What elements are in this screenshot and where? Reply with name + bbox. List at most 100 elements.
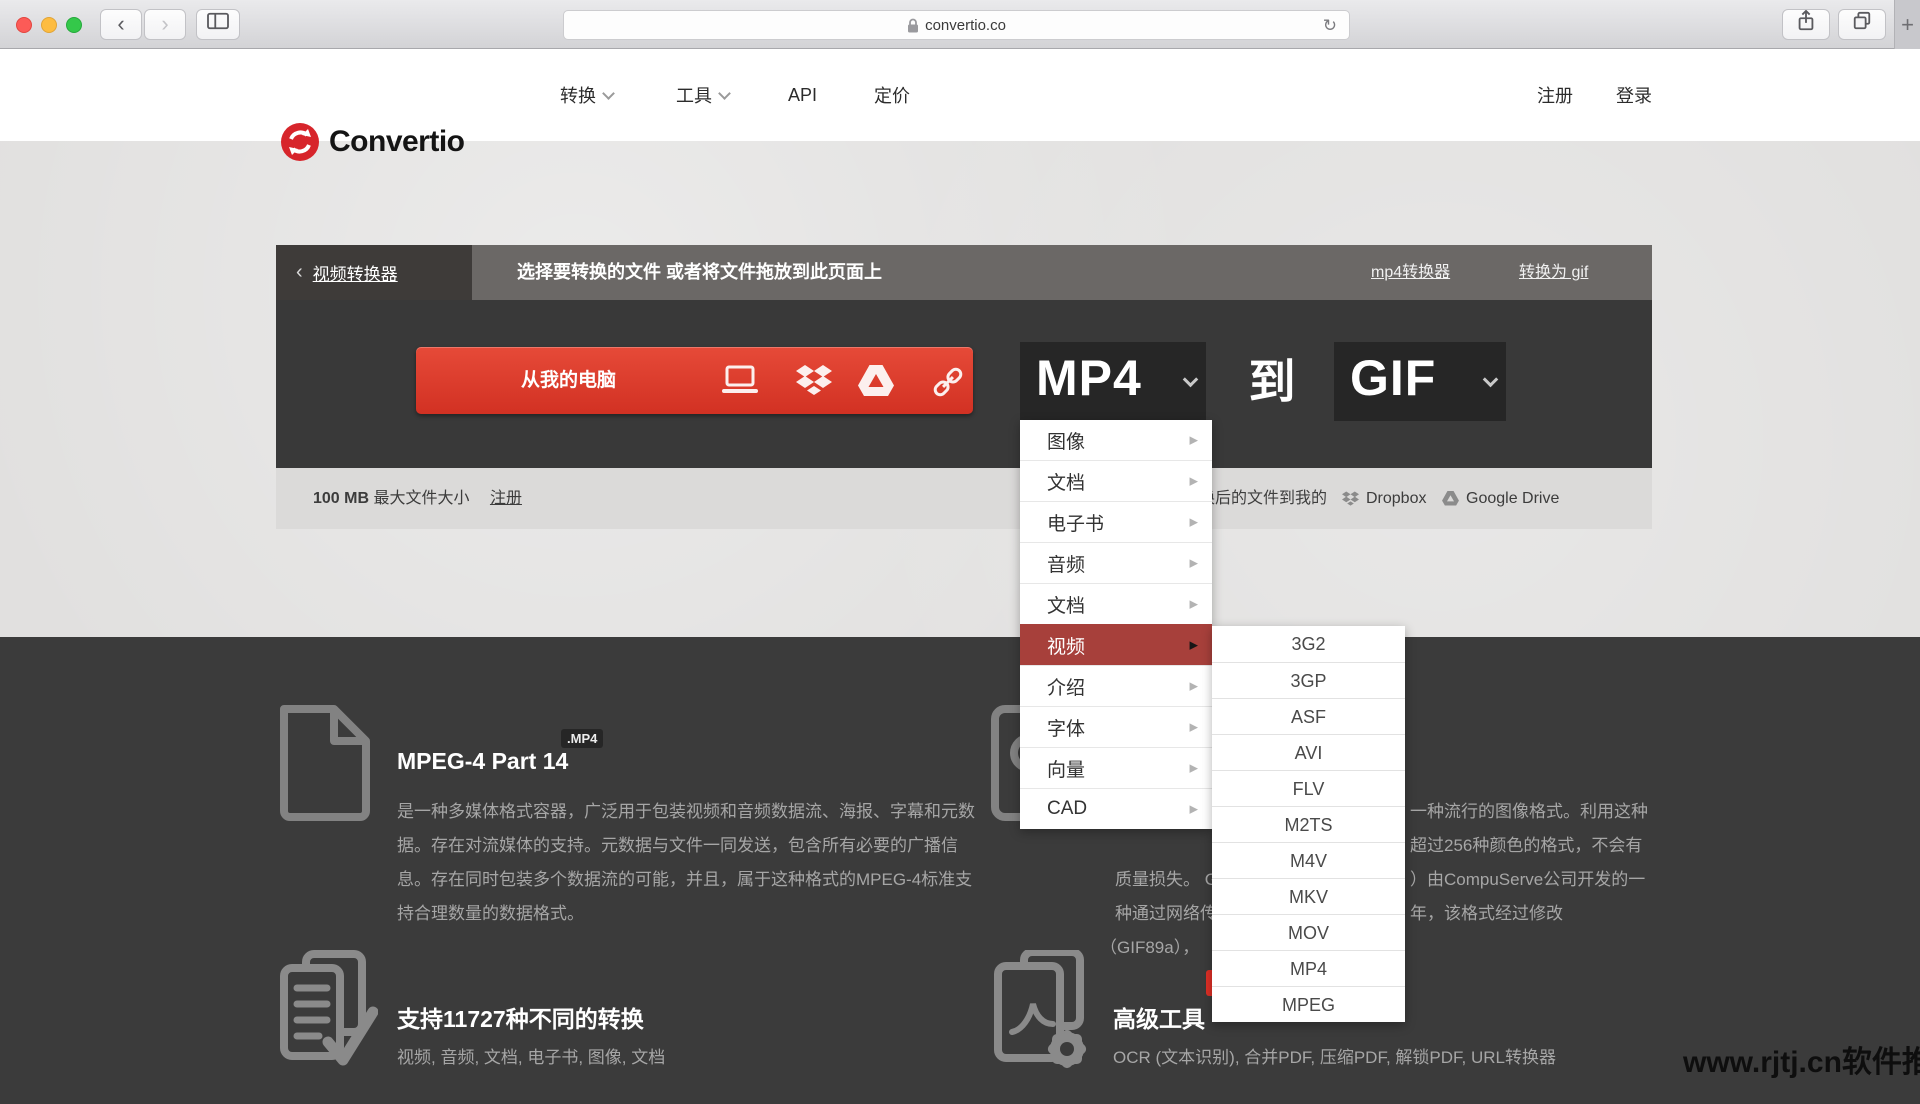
sidebar-toggle-button[interactable] xyxy=(196,9,240,40)
max-file-size-text: 100 MB 最大文件大小 注册 xyxy=(313,468,522,529)
back-chevron-icon: ‹ xyxy=(296,261,303,284)
menu-item-cad[interactable]: CAD ▸ xyxy=(1020,788,1212,829)
chevron-right-icon: ▸ xyxy=(1189,676,1198,696)
sidebar-icon xyxy=(206,11,230,31)
advanced-tools-title: 高级工具 xyxy=(1113,1000,1205,1034)
share-icon xyxy=(1797,10,1815,32)
chevron-right-icon: ▸ xyxy=(1189,471,1198,491)
mp4-extension-badge: .MP4 xyxy=(561,729,603,748)
gif-description-fragment: （GIF89a）， xyxy=(1100,931,1199,965)
browser-toolbar: ‹ › convertio.co ↻ xyxy=(0,0,1920,49)
menu-item-font[interactable]: 字体 ▸ xyxy=(1020,706,1212,747)
tab-overview-button[interactable] xyxy=(1838,9,1886,40)
mp4-converter-link[interactable]: mp4转换器 xyxy=(1371,245,1450,300)
convertio-logo-icon xyxy=(281,123,319,161)
google-drive-icon xyxy=(1442,491,1459,506)
chevron-right-icon: ▸ xyxy=(1189,717,1198,737)
dropbox-icon[interactable] xyxy=(796,365,832,397)
nav-tools[interactable]: 工具 xyxy=(676,49,729,141)
menu-item-presentation[interactable]: 介绍 ▸ xyxy=(1020,665,1212,706)
tab-video-converter[interactable]: ‹ 视频转换器 xyxy=(276,245,472,300)
submenu-item-flv[interactable]: FLV xyxy=(1212,770,1405,806)
submenu-item-3g2[interactable]: 3G2 xyxy=(1212,626,1405,662)
chevron-right-icon: ▸ xyxy=(1189,430,1198,450)
pdf-tools-gear-icon xyxy=(992,950,1102,1082)
save-to-dropbox-button[interactable]: Dropbox xyxy=(1342,468,1426,529)
chevron-right-icon: ▸ xyxy=(1189,594,1198,614)
convertio-logo[interactable]: Convertio xyxy=(281,123,465,161)
gif-description-fragment: 超过256种颜色的格式，不会有 xyxy=(1410,829,1642,863)
close-window-button[interactable] xyxy=(16,17,32,33)
gif-description-fragment: 一种流行的图像格式。利用这种 xyxy=(1410,795,1648,829)
upload-button-label: 从我的电脑 xyxy=(416,347,721,414)
chevron-down-icon xyxy=(1183,372,1199,388)
submenu-item-avi[interactable]: AVI xyxy=(1212,734,1405,770)
submenu-item-mkv[interactable]: MKV xyxy=(1212,878,1405,914)
submenu-item-mp4[interactable]: MP4 xyxy=(1212,950,1405,986)
page: ‹ › convertio.co ↻ xyxy=(0,0,1920,1104)
menu-item-ebook[interactable]: 电子书 ▸ xyxy=(1020,501,1212,542)
chevron-down-icon xyxy=(602,87,615,100)
link-icon[interactable] xyxy=(930,366,966,398)
from-format-select[interactable]: MP4 xyxy=(1020,342,1206,421)
register-link[interactable]: 注册 xyxy=(490,490,522,507)
chevron-right-icon: ▸ xyxy=(1189,553,1198,573)
nav-convert[interactable]: 转换 xyxy=(560,49,613,141)
submenu-item-mpeg[interactable]: MPEG xyxy=(1212,986,1405,1022)
brand-name: Convertio xyxy=(329,125,465,159)
zoom-window-button[interactable] xyxy=(66,17,82,33)
back-button[interactable]: ‹ xyxy=(100,9,142,40)
advanced-tools-subtitle: OCR (文本识别), 合并PDF, 压缩PDF, 解锁PDF, URL转换器 xyxy=(1113,1041,1556,1075)
mp4-format-title: MPEG-4 Part 14 xyxy=(397,748,568,775)
nav-pricing[interactable]: 定价 xyxy=(874,49,910,141)
minimize-window-button[interactable] xyxy=(41,17,57,33)
new-tab-button[interactable]: + xyxy=(1894,0,1920,49)
gif-description-fragment: ）由CompuServe公司开发的一 xyxy=(1410,863,1645,897)
submenu-item-asf[interactable]: ASF xyxy=(1212,698,1405,734)
share-button[interactable] xyxy=(1782,9,1830,40)
drop-headline: 选择要转换的文件 或者将文件拖放到此页面上 xyxy=(517,245,882,300)
conversions-title: 支持11727种不同的转换 xyxy=(397,1000,644,1034)
watermark: www.rjtj.cn软件推荐网 xyxy=(1683,1037,1920,1081)
menu-item-document[interactable]: 文档 ▸ xyxy=(1020,460,1212,501)
documents-check-icon xyxy=(276,950,378,1078)
mp4-format-description: 是一种多媒体格式容器，广泛用于包装视频和音频数据流、海报、字幕和元数据。存在对流… xyxy=(397,795,989,931)
forward-button[interactable]: › xyxy=(144,9,186,40)
google-drive-icon[interactable] xyxy=(858,365,894,397)
submenu-item-m2ts[interactable]: M2TS xyxy=(1212,806,1405,842)
login-link[interactable]: 登录 xyxy=(1616,49,1652,141)
video-format-submenu: 3G2 3GP ASF AVI FLV M2TS M4V MKV MOV MP4… xyxy=(1212,626,1405,1022)
submenu-item-3gp[interactable]: 3GP xyxy=(1212,662,1405,698)
tabs-icon xyxy=(1852,10,1872,32)
nav-api[interactable]: API xyxy=(788,49,817,141)
computer-icon[interactable] xyxy=(722,365,758,397)
submenu-item-mov[interactable]: MOV xyxy=(1212,914,1405,950)
dropbox-icon xyxy=(1342,491,1359,507)
chevron-down-icon xyxy=(718,87,731,100)
to-format-select[interactable]: GIF xyxy=(1334,342,1506,421)
menu-item-archive[interactable]: 文档 ▸ xyxy=(1020,583,1212,624)
convert-to-gif-link[interactable]: 转换为 gif xyxy=(1519,245,1588,300)
chevron-right-icon: ▸ xyxy=(1189,799,1198,819)
save-to-google-drive-button[interactable]: Google Drive xyxy=(1442,468,1559,529)
converter-panel: 从我的电脑 xyxy=(276,300,1652,468)
submenu-item-m4v[interactable]: M4V xyxy=(1212,842,1405,878)
lock-icon xyxy=(907,18,919,33)
menu-item-vector[interactable]: 向量 ▸ xyxy=(1020,747,1212,788)
info-section: .MP4 MPEG-4 Part 14 是一种多媒体格式容器，广泛用于包装视频和… xyxy=(0,637,1920,1104)
to-word: 到 xyxy=(1232,342,1312,421)
document-icon xyxy=(276,703,374,823)
upload-button[interactable]: 从我的电脑 xyxy=(416,347,973,414)
gif-description-fragment: 种通过网络传 xyxy=(1115,897,1217,931)
conversions-subtitle: 视频, 音频, 文档, 电子书, 图像, 文档 xyxy=(397,1041,665,1075)
menu-item-image[interactable]: 图像 ▸ xyxy=(1020,420,1212,460)
address-bar[interactable]: convertio.co ↻ xyxy=(563,10,1350,40)
limit-strip: 100 MB 最大文件大小 注册 保存转换后的文件到我的 Dropbox Goo… xyxy=(276,468,1652,529)
refresh-icon[interactable]: ↻ xyxy=(1323,14,1337,38)
signup-link[interactable]: 注册 xyxy=(1537,49,1573,141)
gif-description-fragment: 年，该格式经过修改 xyxy=(1410,897,1563,931)
chevron-right-icon: ▸ xyxy=(1189,758,1198,778)
menu-item-audio[interactable]: 音频 ▸ xyxy=(1020,542,1212,583)
chevron-down-icon xyxy=(1483,372,1499,388)
menu-item-video[interactable]: 视频 ▸ xyxy=(1020,624,1212,665)
